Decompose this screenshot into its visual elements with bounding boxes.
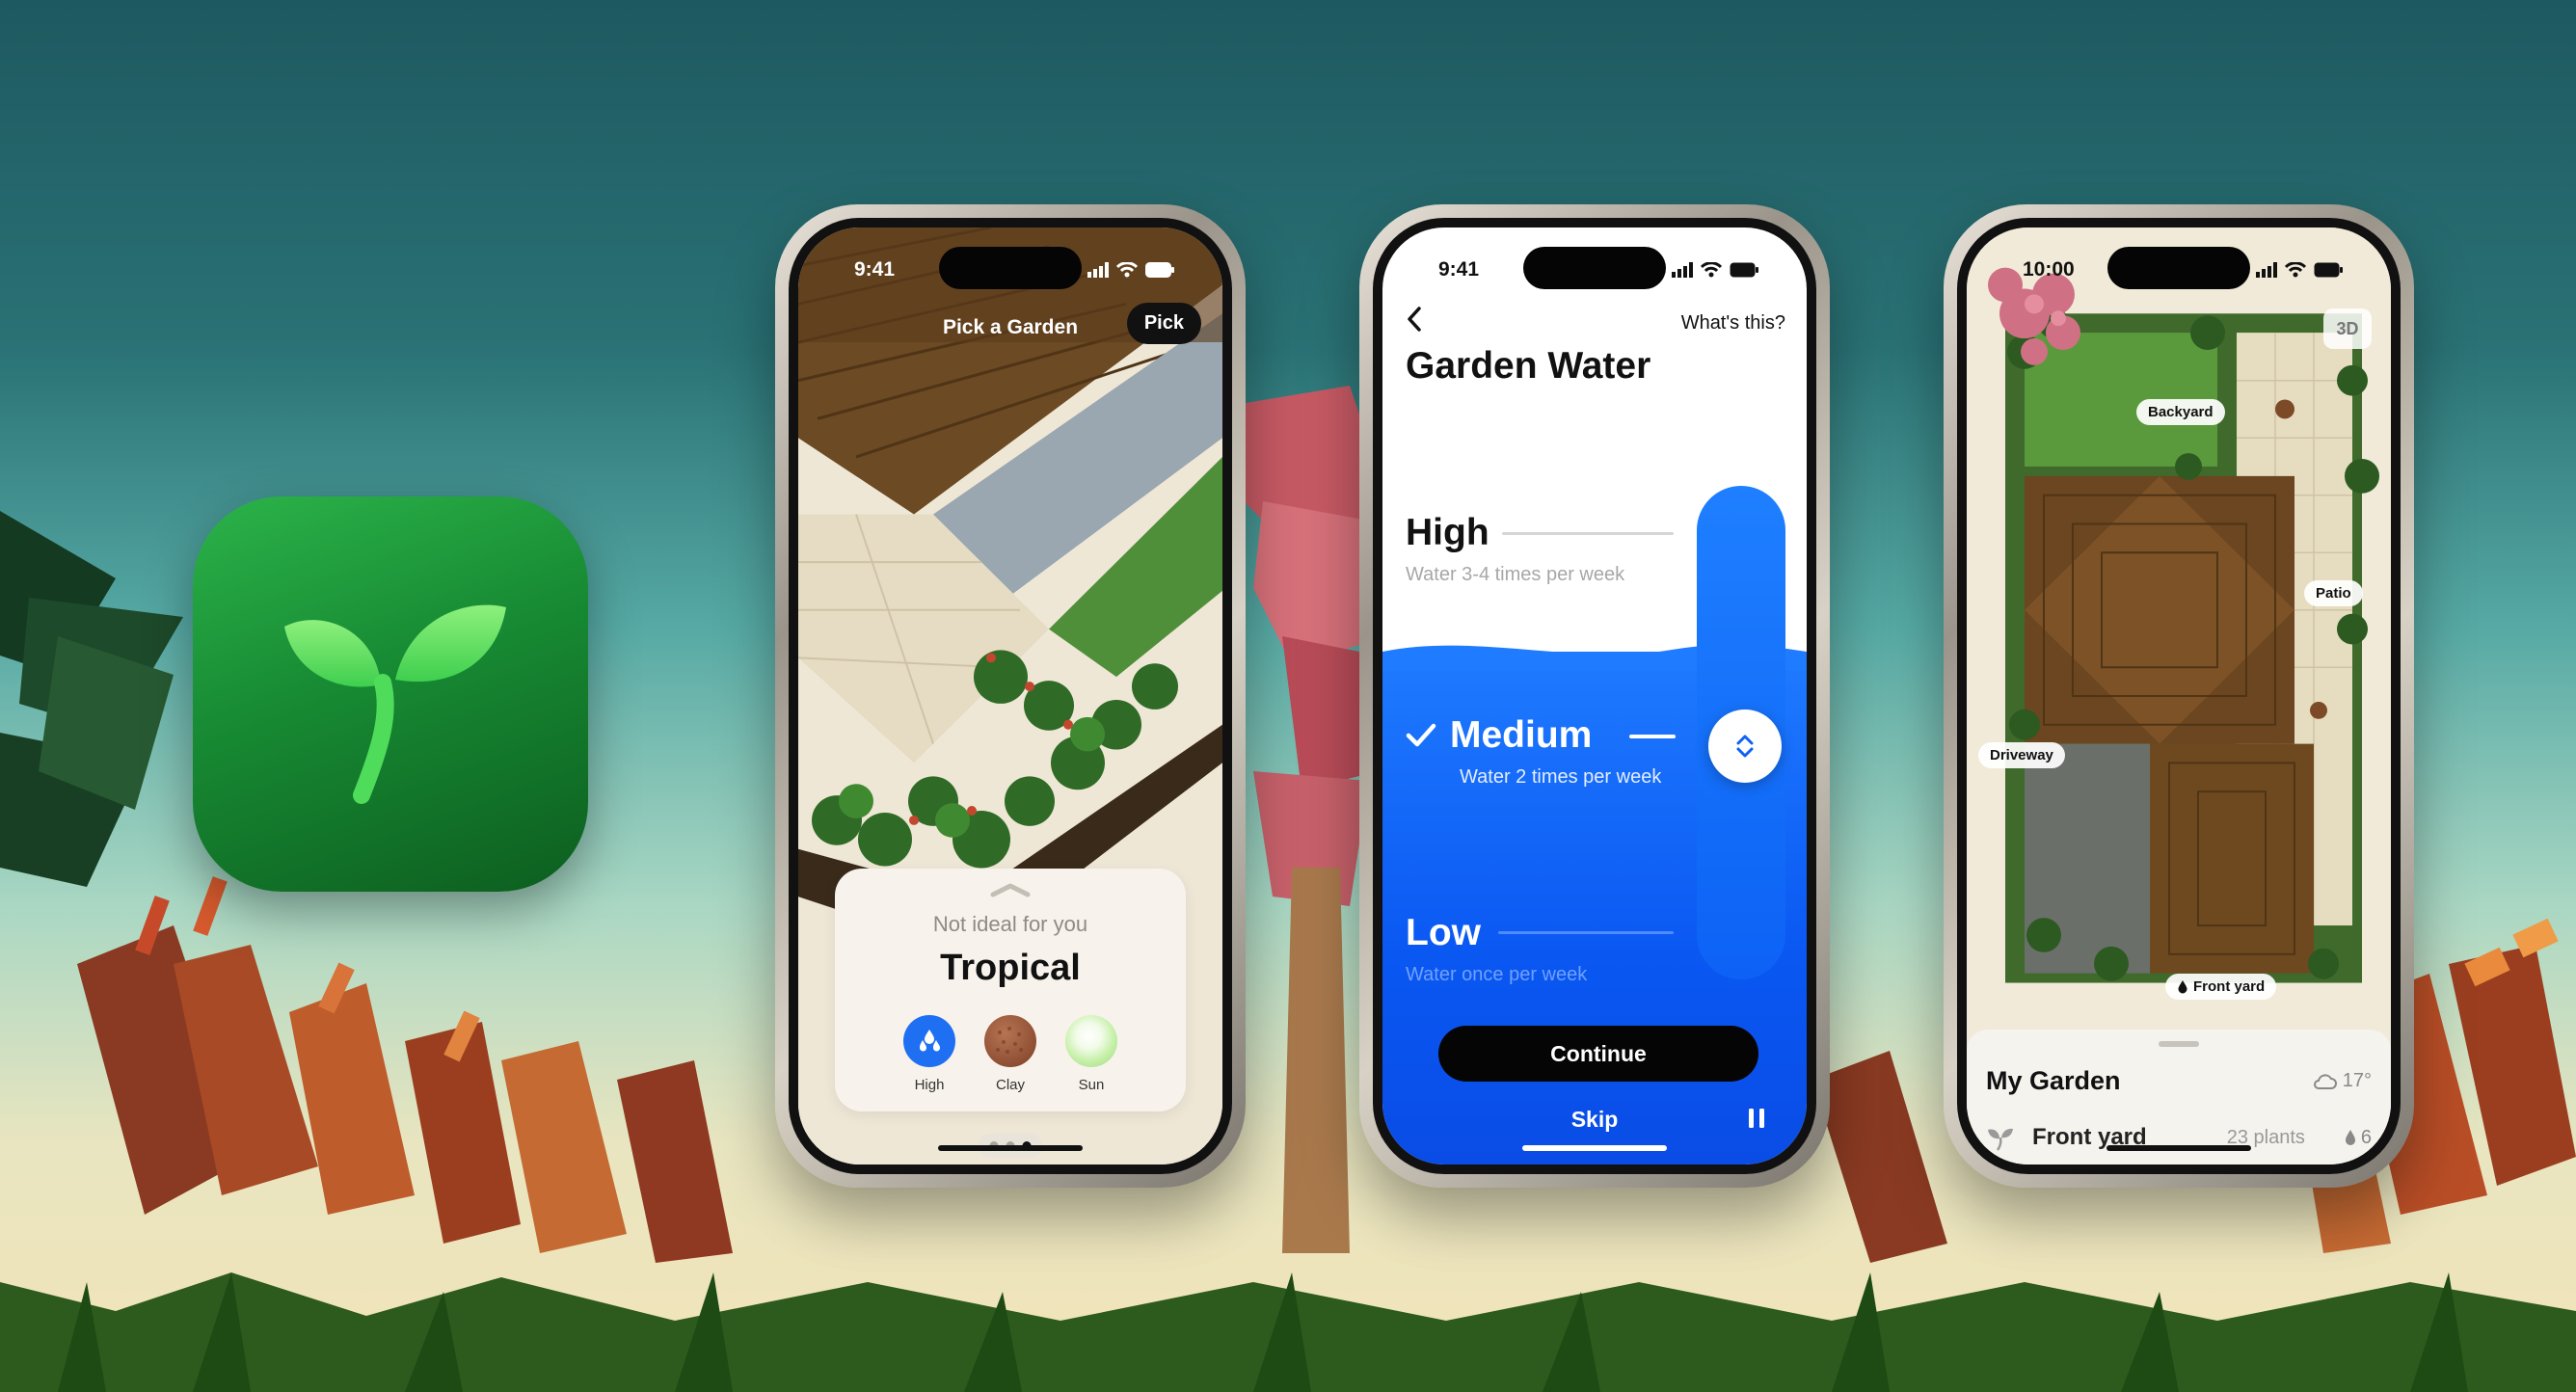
status-time: 9:41: [854, 258, 896, 281]
water-drops-icon: [903, 1015, 955, 1067]
phone-pick-garden: 9:41 Pick a Garden Pick Not ideal for yo…: [775, 204, 1246, 1188]
attribute-soil: Clay: [983, 1015, 1037, 1093]
slider-knob[interactable]: [1708, 709, 1782, 783]
chevron-up-icon[interactable]: [989, 882, 1032, 897]
level-medium[interactable]: Medium Water 2 times per week: [1406, 714, 1661, 789]
sheet-grabber[interactable]: [2159, 1041, 2199, 1047]
garden-info-card[interactable]: Not ideal for you Tropical High Clay Sun: [835, 869, 1186, 1111]
level-low-line: [1498, 931, 1674, 934]
attribute-water: High: [902, 1015, 956, 1093]
water-drop-icon: [2178, 980, 2187, 994]
sun-icon: [1065, 1015, 1117, 1067]
level-high[interactable]: High Water 3-4 times per week: [1406, 512, 1624, 586]
dynamic-island: [1523, 247, 1666, 289]
pick-button[interactable]: Pick: [1126, 303, 1201, 344]
cloud-icon: [2313, 1073, 2337, 1089]
attribute-sun-label: Sun: [1078, 1077, 1105, 1093]
map-label-driveway[interactable]: Driveway: [1978, 742, 2065, 768]
sprout-icon: [284, 604, 506, 804]
sheet-title: My Garden: [1986, 1066, 2121, 1095]
wifi-icon: [2285, 262, 2306, 278]
phone-garden-water: 9:41 What's this? Garden Water High Wate…: [1359, 204, 1830, 1188]
temperature: 17°: [2342, 1070, 2372, 1091]
garden-attributes: High Clay Sun: [835, 1015, 1186, 1093]
status-icons: [1087, 262, 1174, 278]
battery-icon: [1730, 262, 1758, 278]
garden-map[interactable]: [1967, 228, 2391, 1164]
battery-icon: [2314, 262, 2343, 278]
attribute-water-label: High: [914, 1077, 945, 1093]
promo-scene: 9:41 Pick a Garden Pick Not ideal for yo…: [0, 0, 2576, 1392]
map-label-front-yard[interactable]: Front yard: [2165, 974, 2277, 1000]
map-label-front-yard-text: Front yard: [2193, 978, 2266, 995]
water-count-value: 6: [2360, 1126, 2372, 1148]
wifi-icon: [1116, 262, 1138, 278]
pick-garden-screen: 9:41 Pick a Garden Pick Not ideal for yo…: [798, 228, 1222, 1164]
chevron-up-down-icon: [1736, 735, 1754, 758]
screen-title: Garden Water: [1406, 345, 1651, 387]
signal-icon: [1087, 262, 1109, 278]
status-icons: [1672, 262, 1758, 278]
level-medium-desc: Water 2 times per week: [1460, 766, 1662, 788]
water-drop-icon: [2345, 1130, 2355, 1145]
level-low-desc: Water once per week: [1406, 964, 1588, 985]
water-count: 6: [2344, 1127, 2372, 1149]
my-garden-sheet[interactable]: My Garden 17° Front yard 23 plants 6: [1967, 1030, 2391, 1164]
whats-this-link[interactable]: What's this?: [1681, 312, 1785, 335]
clay-soil-icon: [984, 1015, 1036, 1067]
pause-icon[interactable]: [1747, 1107, 1766, 1130]
map-label-backyard[interactable]: Backyard: [2136, 399, 2225, 425]
sprout-icon: [1988, 1128, 2013, 1151]
level-medium-line: [1629, 735, 1676, 738]
checkmark-icon: [1406, 723, 1436, 747]
status-icons: [2256, 262, 2343, 278]
dynamic-island: [939, 247, 1082, 289]
home-indicator[interactable]: [1522, 1145, 1667, 1151]
level-high-desc: Water 3-4 times per week: [1406, 564, 1625, 585]
wifi-icon: [1701, 262, 1722, 278]
attribute-sun: Sun: [1064, 1015, 1118, 1093]
status-time: 9:41: [1438, 258, 1480, 281]
phone-my-garden: 10:00 3D Backyard Patio Driveway Front y…: [1944, 204, 2414, 1188]
dynamic-island: [2107, 247, 2250, 289]
skip-button[interactable]: Skip: [1382, 1107, 1807, 1133]
garden-fit-subtitle: Not ideal for you: [932, 912, 1088, 936]
level-high-line: [1502, 532, 1674, 535]
home-indicator[interactable]: [938, 1145, 1083, 1151]
weather-readout: 17°: [2312, 1070, 2372, 1092]
app-icon: [193, 496, 588, 892]
attribute-soil-label: Clay: [995, 1077, 1025, 1093]
battery-icon: [1145, 262, 1174, 278]
signal-icon: [2256, 262, 2277, 278]
view-3d-toggle[interactable]: 3D: [2323, 308, 2372, 349]
continue-button[interactable]: Continue: [1438, 1026, 1758, 1082]
yard-row-front[interactable]: Front yard 23 plants 6: [1986, 1118, 2372, 1157]
garden-type-title: Tropical: [940, 948, 1081, 988]
back-chevron-icon[interactable]: [1404, 305, 1425, 334]
signal-icon: [1672, 262, 1693, 278]
level-low[interactable]: Low Water once per week: [1406, 912, 1587, 986]
level-medium-name: Medium: [1450, 714, 1593, 756]
my-garden-screen: 10:00 3D Backyard Patio Driveway Front y…: [1967, 228, 2391, 1164]
garden-water-screen: 9:41 What's this? Garden Water High Wate…: [1382, 228, 1807, 1164]
home-indicator[interactable]: [2106, 1145, 2251, 1151]
map-label-patio[interactable]: Patio: [2304, 580, 2363, 606]
status-time: 10:00: [2023, 258, 2075, 281]
